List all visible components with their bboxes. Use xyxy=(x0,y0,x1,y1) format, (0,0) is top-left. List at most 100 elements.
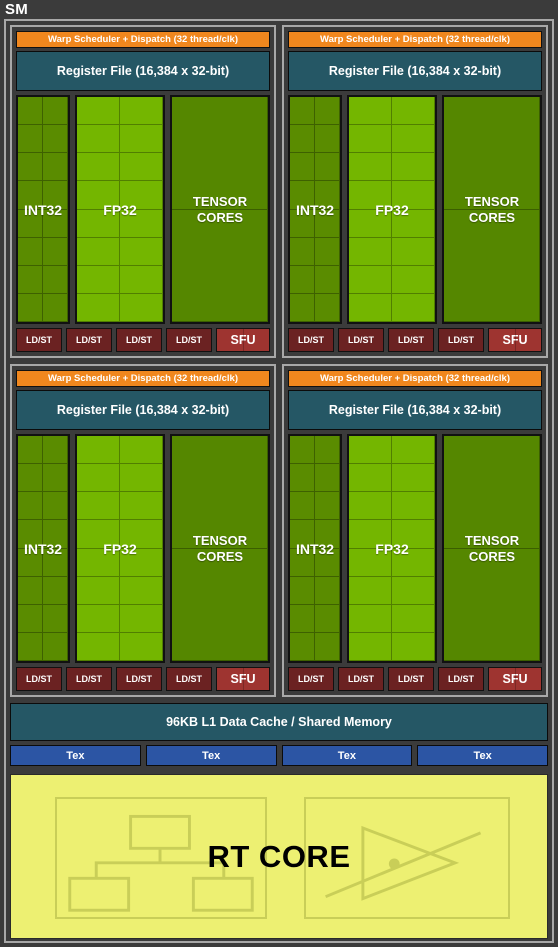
core-cell xyxy=(43,153,68,182)
core-cell xyxy=(77,153,120,182)
core-cell xyxy=(43,520,68,549)
core-cell xyxy=(290,520,315,549)
core-cell xyxy=(77,237,120,266)
core-cell xyxy=(290,464,315,493)
core-area-2: INT32 FP32 TENSOR CORES xyxy=(16,434,270,663)
tensor-cores-unit-1: TENSOR CORES xyxy=(442,95,542,324)
ldst-unit: LD/ST xyxy=(388,667,435,691)
core-cell xyxy=(290,237,315,266)
core-cell xyxy=(315,97,340,126)
core-cell xyxy=(18,548,43,577)
core-cell xyxy=(77,436,120,465)
core-cell xyxy=(43,632,68,661)
processing-block-3: Warp Scheduler + Dispatch (32 thread/clk… xyxy=(282,364,548,697)
processing-block-2: Warp Scheduler + Dispatch (32 thread/clk… xyxy=(10,364,276,697)
core-cell xyxy=(120,237,163,266)
core-cell xyxy=(77,604,120,633)
core-cell xyxy=(43,97,68,126)
core-cell xyxy=(290,293,315,322)
tensor-cores-unit-2: TENSOR CORES xyxy=(170,434,270,663)
core-cell xyxy=(315,464,340,493)
core-cell xyxy=(18,237,43,266)
core-cell xyxy=(18,604,43,633)
ldst-unit: LD/ST xyxy=(438,328,485,352)
core-cell xyxy=(172,209,268,322)
core-cell xyxy=(77,265,120,294)
core-cell xyxy=(392,604,435,633)
tex-unit: Tex xyxy=(145,745,277,766)
ldst-unit: LD/ST xyxy=(288,328,335,352)
core-cell xyxy=(392,436,435,465)
ldst-unit: LD/ST xyxy=(16,328,63,352)
tensor-cores-unit-0: TENSOR CORES xyxy=(170,95,270,324)
ldst-unit: LD/ST xyxy=(438,667,485,691)
core-cell xyxy=(315,632,340,661)
ldst-row-1: LD/ST LD/ST LD/ST LD/ST SFU xyxy=(288,328,542,352)
ldst-unit: LD/ST xyxy=(288,667,335,691)
int32-unit-0: INT32 xyxy=(16,95,70,324)
core-cell xyxy=(349,464,392,493)
core-cell xyxy=(444,209,540,322)
core-cell xyxy=(77,181,120,210)
core-cell xyxy=(120,181,163,210)
warp-scheduler-2: Warp Scheduler + Dispatch (32 thread/clk… xyxy=(16,370,270,387)
core-cell xyxy=(349,492,392,521)
core-cell xyxy=(18,153,43,182)
core-cell xyxy=(290,436,315,465)
core-cell xyxy=(77,464,120,493)
core-cell xyxy=(349,436,392,465)
warp-scheduler-3: Warp Scheduler + Dispatch (32 thread/clk… xyxy=(288,370,542,387)
core-cell xyxy=(392,153,435,182)
core-cell xyxy=(77,576,120,605)
core-cell xyxy=(290,604,315,633)
core-cell xyxy=(120,492,163,521)
core-cell xyxy=(77,97,120,126)
core-cell xyxy=(120,125,163,154)
sm-diagram: SM Warp Scheduler + Dispatch (32 thread/… xyxy=(0,0,558,947)
core-cell xyxy=(120,576,163,605)
core-cell xyxy=(392,492,435,521)
register-file-0: Register File (16,384 x 32-bit) xyxy=(16,51,270,91)
tex-unit-row: Tex Tex Tex Tex xyxy=(10,745,548,766)
sfu-unit-3: SFU xyxy=(488,667,542,691)
core-cell xyxy=(172,436,268,549)
core-cell xyxy=(172,548,268,661)
core-cell xyxy=(290,181,315,210)
ldst-unit: LD/ST xyxy=(338,328,385,352)
core-cell xyxy=(349,153,392,182)
core-cell xyxy=(18,436,43,465)
sm-title: SM xyxy=(5,1,28,18)
core-cell xyxy=(392,293,435,322)
core-cell xyxy=(315,436,340,465)
core-cell xyxy=(290,576,315,605)
core-cell xyxy=(120,265,163,294)
core-cell xyxy=(392,237,435,266)
core-cell xyxy=(444,97,540,210)
ldst-unit: LD/ST xyxy=(166,328,213,352)
core-cell xyxy=(315,293,340,322)
core-area-3: INT32 FP32 TENSOR CORES xyxy=(288,434,542,663)
core-cell xyxy=(392,576,435,605)
core-cell xyxy=(43,576,68,605)
ldst-unit: LD/ST xyxy=(166,667,213,691)
core-cell xyxy=(392,548,435,577)
ldst-unit: LD/ST xyxy=(388,328,435,352)
core-cell xyxy=(392,265,435,294)
core-cell xyxy=(172,97,268,210)
core-cell xyxy=(290,265,315,294)
int32-unit-2: INT32 xyxy=(16,434,70,663)
core-cell xyxy=(315,125,340,154)
core-cell xyxy=(349,548,392,577)
core-cell xyxy=(315,265,340,294)
ldst-row-2: LD/ST LD/ST LD/ST LD/ST SFU xyxy=(16,667,270,691)
tensor-cores-unit-3: TENSOR CORES xyxy=(442,434,542,663)
core-cell xyxy=(315,520,340,549)
core-cell xyxy=(18,125,43,154)
core-cell xyxy=(349,237,392,266)
core-cell xyxy=(43,237,68,266)
core-cell xyxy=(43,265,68,294)
core-area-0: INT32 FP32 TENSOR CORES xyxy=(16,95,270,324)
core-cell xyxy=(77,209,120,238)
core-cell xyxy=(315,492,340,521)
processing-block-1: Warp Scheduler + Dispatch (32 thread/clk… xyxy=(282,25,548,358)
